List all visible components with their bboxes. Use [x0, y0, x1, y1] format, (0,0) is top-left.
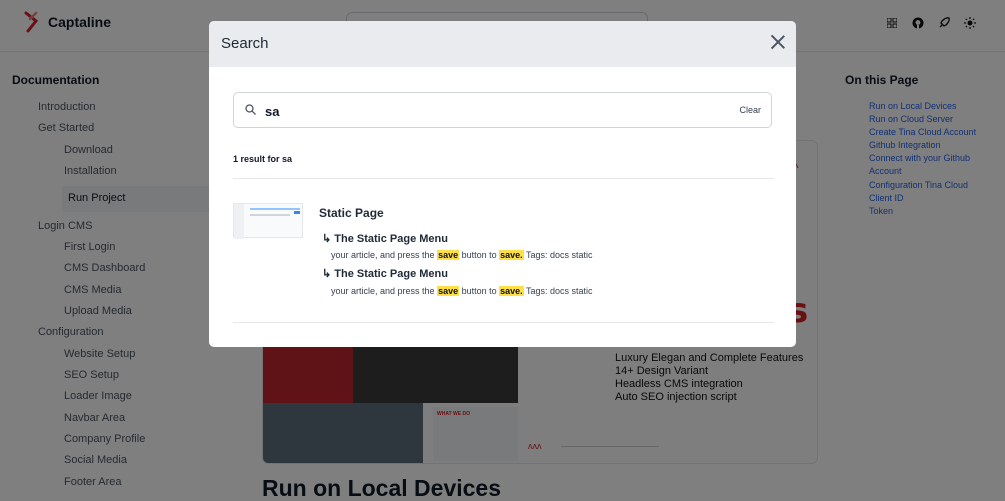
clear-button[interactable]: Clear	[739, 105, 761, 115]
result-title[interactable]: Static Page	[319, 206, 384, 220]
result-match-excerpt[interactable]: your article, and press the save button …	[331, 286, 593, 296]
return-arrow-icon: ↳	[322, 233, 332, 245]
search-highlight: save.	[499, 286, 524, 296]
result-match-heading[interactable]: ↳ The Static Page Menu	[322, 267, 448, 280]
divider	[233, 178, 774, 179]
result-match-heading-text: The Static Page Menu	[334, 268, 448, 280]
search-modal-header: Search	[209, 21, 796, 67]
search-highlight: save	[437, 250, 460, 260]
search-highlight: save	[437, 286, 460, 296]
search-input[interactable]	[265, 100, 705, 122]
search-highlight: save.	[499, 250, 524, 260]
result-thumbnail[interactable]	[233, 203, 303, 239]
search-icon	[245, 104, 256, 115]
result-match-excerpt[interactable]: your article, and press the save button …	[331, 250, 593, 260]
result-count: 1 result for sa	[233, 154, 293, 164]
return-arrow-icon: ↳	[322, 268, 332, 280]
close-icon[interactable]	[770, 34, 786, 50]
result-match-heading-text: The Static Page Menu	[334, 233, 448, 245]
search-modal: Search Clear 1 result for sa Static Page…	[209, 21, 796, 347]
search-modal-title: Search	[221, 35, 269, 52]
result-match-heading[interactable]: ↳ The Static Page Menu	[322, 232, 448, 245]
search-field[interactable]: Clear	[233, 92, 772, 128]
divider	[233, 322, 774, 323]
